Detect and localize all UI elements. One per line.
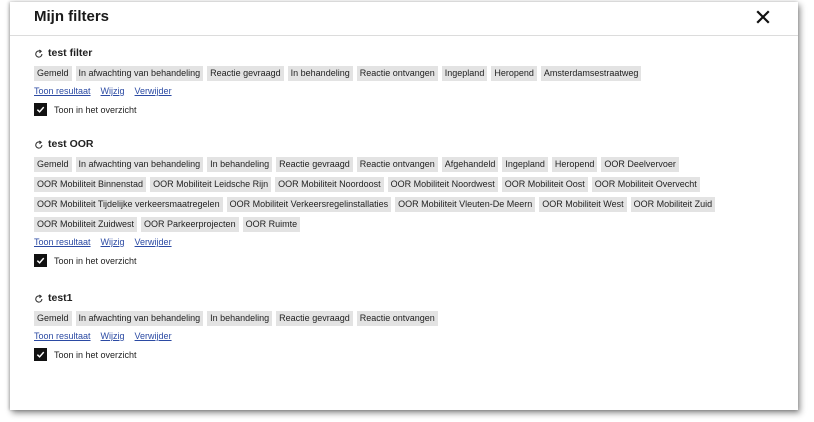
filter-header: test OOR [34,137,784,151]
close-icon [756,10,770,24]
refresh-icon[interactable] [34,292,44,304]
filter-tag: In afwachting van behandeling [75,157,204,172]
filter-actions: Toon resultaat Wijzig Verwijder [34,86,641,98]
filter-tag: In behandeling [207,311,273,326]
filter-tag: OOR Mobiliteit Noordwest [387,177,498,192]
filter-tag: In behandeling [287,66,353,81]
filter-tag: Reactie gevraagd [276,157,353,172]
filter-tag: Heropend [551,157,598,172]
filter-actions: Toon resultaat Wijzig Verwijder [34,237,784,249]
filter-tag: Gemeld [34,157,72,172]
filter-tag: Ingepland [502,157,548,172]
filter-tag: OOR Mobiliteit Overvecht [591,177,700,192]
close-button[interactable] [754,8,772,26]
filter-tag: Reactie ontvangen [356,157,438,172]
filter-tag: In afwachting van behandeling [75,311,204,326]
edit-link[interactable]: Wijzig [101,331,125,343]
filter-tag: OOR Mobiliteit Noordoost [275,177,384,192]
tag-list: Gemeld In afwachting van behandeling In be… [34,311,438,326]
filter-tag: OOR Mobiliteit Verkeersregelinstallaties [226,197,392,212]
filter-tag: OOR Parkeerprojecten [141,217,239,232]
overview-label: Toon in het overzicht [54,349,137,360]
checkmark-icon [36,257,45,264]
filter-tag: Heropend [491,66,537,81]
filter-actions: Toon resultaat Wijzig Verwijder [34,331,438,343]
checkmark-icon [36,351,45,358]
filter-name: test1 [48,292,73,304]
filter-name: test OOR [48,138,94,150]
filter-tag: Reactie gevraagd [207,66,284,81]
filter-tag: Reactie gevraagd [276,311,353,326]
filter-header: test1 [34,291,438,305]
refresh-icon[interactable] [34,138,44,150]
overview-checkbox[interactable] [34,348,47,361]
filter-tag: OOR Mobiliteit Leidsche Rijn [150,177,272,192]
delete-link[interactable]: Verwijder [135,86,172,98]
overview-toggle: Toon in het overzicht [34,348,438,361]
filter-tag: OOR Mobiliteit Zuidwest [34,217,138,232]
filter-tag: OOR Mobiliteit West [539,197,627,212]
filter-tag: OOR Ruimte [242,217,301,232]
filter-tag: Gemeld [34,66,72,81]
refresh-icon[interactable] [34,47,44,59]
overview-toggle: Toon in het overzicht [34,103,641,116]
delete-link[interactable]: Verwijder [135,237,172,249]
modal-header: Mijn filters [10,2,798,36]
filter-tag: OOR Mobiliteit Vleuten-De Meern [395,197,536,212]
overview-checkbox[interactable] [34,254,47,267]
show-result-link[interactable]: Toon resultaat [34,86,91,98]
filter-tag: Afgehandeld [441,157,499,172]
filter-tag: OOR Mobiliteit Oost [501,177,588,192]
modal-title: Mijn filters [34,8,110,25]
tag-list: Gemeld In afwachting van behandeling In be… [34,157,784,232]
filter-tag: OOR Mobiliteit Tijdelijke verkeersmaatre… [34,197,223,212]
filter-tag: In behandeling [207,157,273,172]
filter-item: test1 Gemeld In afwachting van behandeling… [34,291,438,361]
edit-link[interactable]: Wijzig [101,86,125,98]
filter-tag: Gemeld [34,311,72,326]
filter-item: test filter Gemeld In afwachting van behan… [34,46,642,116]
filter-tag: In afwachting van behandeling [75,66,204,81]
filter-tag: Reactie ontvangen [356,66,438,81]
filters-modal: Mijn filters test filter Gemeld In afwacht… [10,2,798,410]
filter-tag: OOR Mobiliteit Zuid [630,197,716,212]
tag-list: Gemeld In afwachting van behandeling React… [34,66,642,81]
filter-tag: OOR Mobiliteit Binnenstad [34,177,147,192]
edit-link[interactable]: Wijzig [101,237,125,249]
filter-tag: OOR Deelvervoer [601,157,679,172]
show-result-link[interactable]: Toon resultaat [34,331,91,343]
overview-toggle: Toon in het overzicht [34,254,784,267]
filter-header: test filter [34,46,641,60]
delete-link[interactable]: Verwijder [135,331,172,343]
overview-label: Toon in het overzicht [54,104,137,115]
filter-tag: Reactie ontvangen [356,311,438,326]
overview-label: Toon in het overzicht [54,255,137,266]
overview-checkbox[interactable] [34,103,47,116]
checkmark-icon [36,106,45,113]
show-result-link[interactable]: Toon resultaat [34,237,91,249]
filter-item: test OOR Gemeld In afwachting van behandel… [34,137,784,267]
filter-tag: Amsterdamsestraatweg [540,66,642,81]
filter-tag: Ingepland [441,66,488,81]
filter-name: test filter [48,47,93,59]
